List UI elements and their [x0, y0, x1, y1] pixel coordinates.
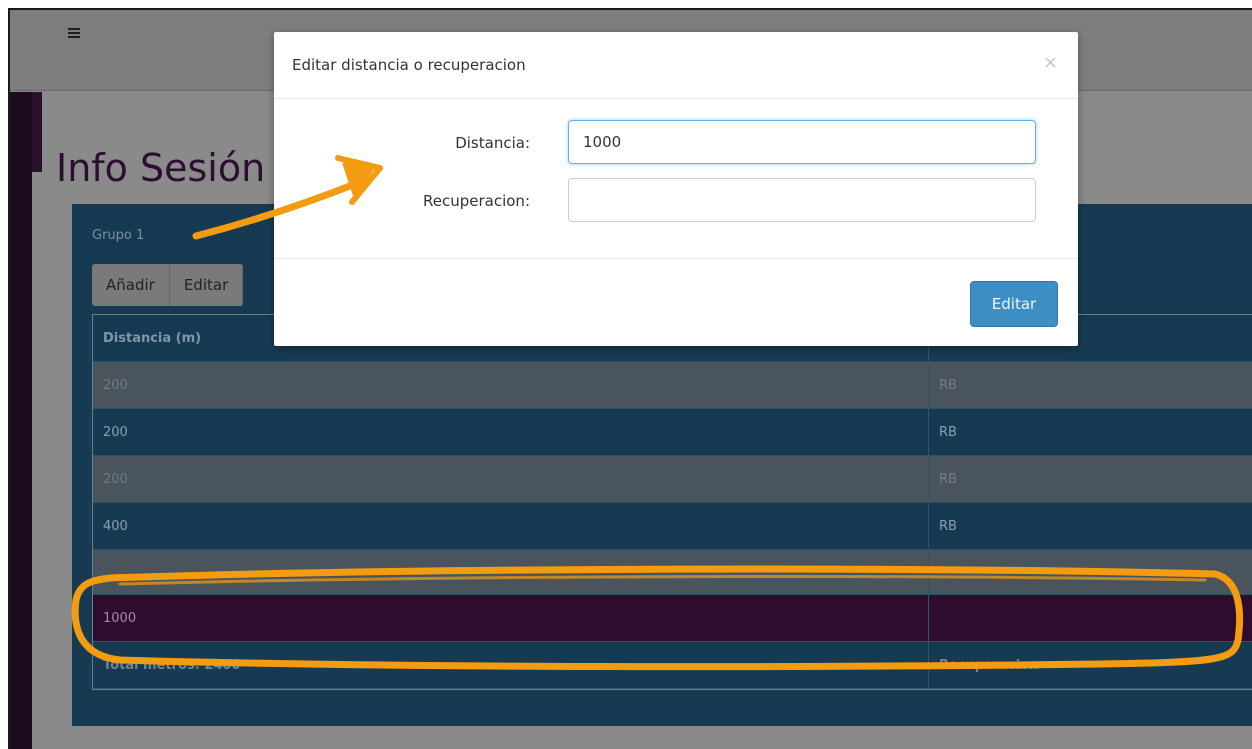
cell-recovery: RB: [939, 471, 957, 487]
app-window: Info Sesión Grupo 1 Añadir Editar Distan…: [8, 8, 1252, 749]
cell-distance: 200: [93, 362, 929, 408]
close-icon[interactable]: ×: [1043, 52, 1058, 73]
distance-row: Distancia:: [274, 120, 1078, 166]
sidebar: [10, 92, 32, 749]
modal-footer: Editar: [274, 258, 1078, 347]
edit-modal: Editar distancia o recuperacion × Distan…: [274, 32, 1078, 346]
edit-submit-button[interactable]: Editar: [970, 281, 1058, 327]
cell-distance: 1000: [93, 595, 929, 641]
add-button[interactable]: Añadir: [92, 264, 170, 306]
recovery-input[interactable]: [568, 178, 1036, 222]
table-row[interactable]: 400 RB: [93, 503, 1252, 550]
footer-recovery: Recuperacion: [939, 657, 1039, 673]
table-row[interactable]: 200 RB: [93, 362, 1252, 409]
edit-button[interactable]: Editar: [169, 264, 244, 306]
cell-distance: 200: [93, 456, 929, 502]
cell-recovery: [929, 595, 1252, 641]
cell-distance: 200: [93, 409, 929, 455]
table-row-selected[interactable]: 1000: [93, 595, 1252, 642]
distance-input[interactable]: [568, 120, 1036, 164]
cell-empty: [93, 550, 929, 594]
modal-title: Editar distancia o recuperacion: [292, 56, 526, 74]
group-label: Grupo 1: [92, 228, 145, 243]
distance-label: Distancia:: [455, 134, 530, 152]
table-footer-row: Total metros: 2400 Recuperacion: [93, 642, 1252, 689]
intervals-table: Distancia (m) Recuperacion 200 RB 200 RB…: [92, 314, 1252, 690]
cell-empty: [929, 550, 1252, 594]
modal-header: Editar distancia o recuperacion ×: [274, 32, 1078, 99]
recovery-label: Recuperacion:: [423, 192, 530, 210]
hamburger-menu-icon[interactable]: [68, 28, 80, 38]
table-row-empty: [93, 550, 1252, 595]
recovery-row: Recuperacion:: [274, 178, 1078, 224]
page-title: Info Sesión: [56, 146, 266, 190]
sidebar-active-tab[interactable]: [32, 92, 42, 172]
total-meters: Total metros: 2400: [93, 642, 929, 688]
toolbar: Añadir Editar: [92, 264, 244, 306]
table-row[interactable]: 200 RB: [93, 456, 1252, 503]
table-row[interactable]: 200 RB: [93, 409, 1252, 456]
cell-distance: 400: [93, 503, 929, 549]
cell-recovery: RB: [939, 377, 957, 393]
cell-recovery: RB: [939, 424, 957, 440]
cell-recovery: RB: [939, 518, 957, 534]
